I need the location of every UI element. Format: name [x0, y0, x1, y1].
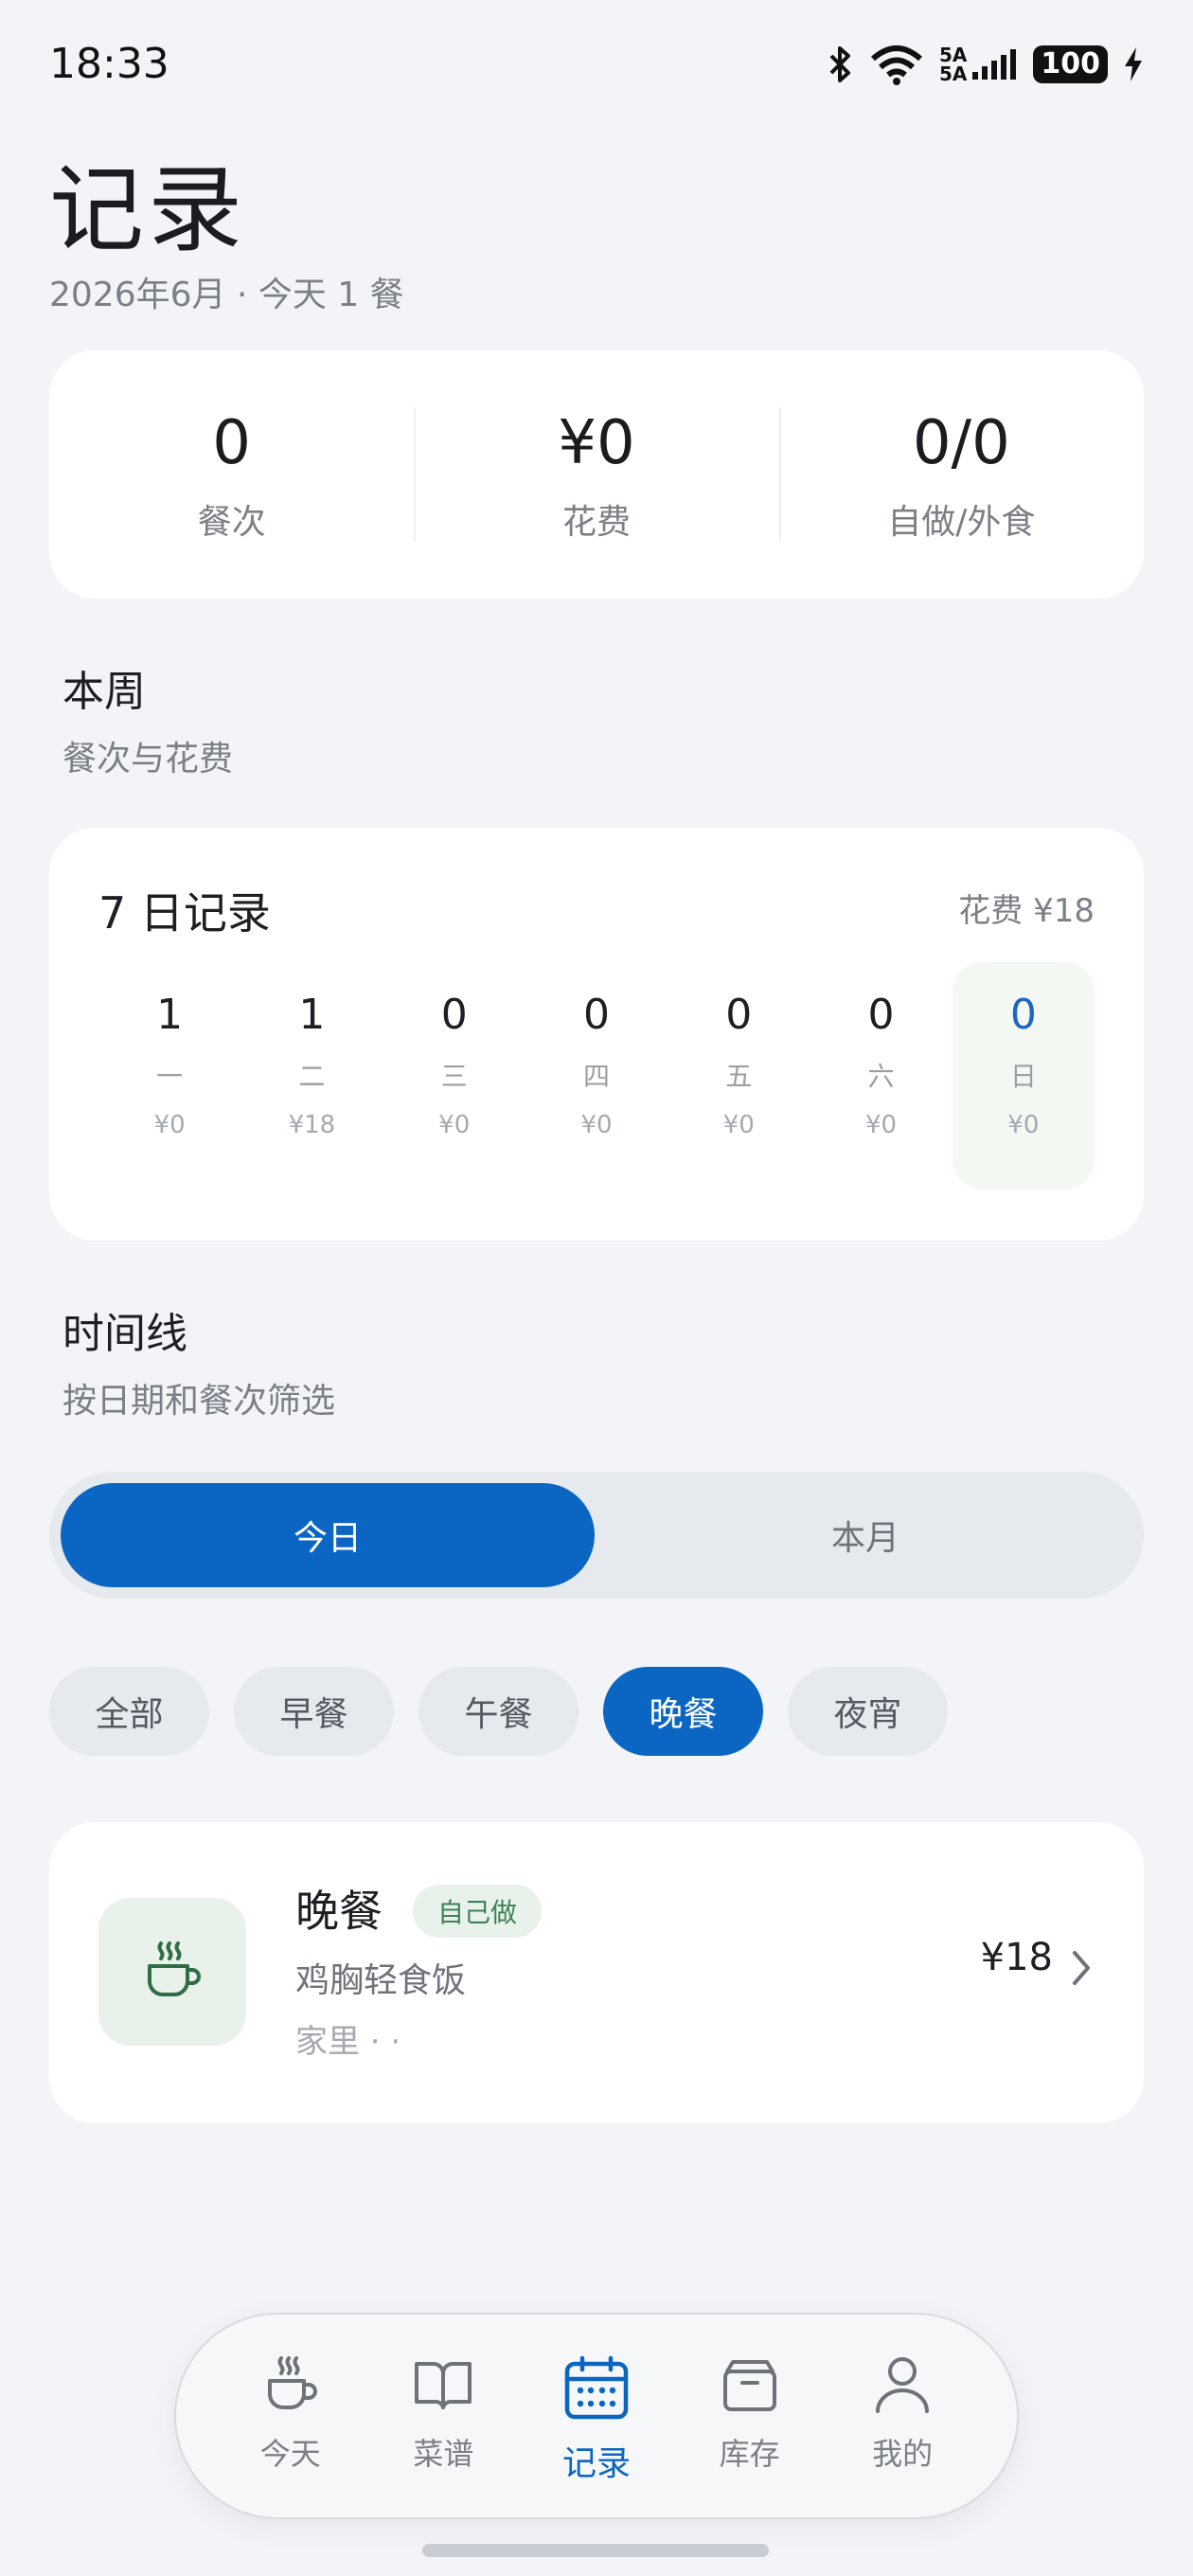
day-name: 三	[440, 1061, 468, 1092]
day-thu[interactable]: 0 四 ¥0	[525, 962, 668, 1190]
meal-price: ¥18	[980, 1936, 1053, 1979]
range-segmented-control: 今日 本月	[49, 1472, 1144, 1599]
day-name: 日	[1009, 1061, 1037, 1092]
day-name: 五	[725, 1061, 753, 1092]
meal-type-filter: 全部 早餐 午餐 晚餐 夜宵	[49, 1667, 948, 1756]
day-sun[interactable]: 0 日 ¥0	[952, 962, 1095, 1190]
nav-today[interactable]: 今天	[220, 2315, 362, 2517]
chip-late-snack[interactable]: 夜宵	[788, 1667, 948, 1756]
nav-label: 库存	[719, 2436, 780, 2472]
day-count: 0	[867, 991, 895, 1039]
day-count: 1	[298, 991, 326, 1039]
nav-label: 今天	[259, 2436, 321, 2472]
summary-value: ¥0	[558, 408, 635, 478]
day-sat[interactable]: 0 六 ¥0	[810, 962, 952, 1190]
nav-label: 菜谱	[413, 2436, 474, 2472]
summary-card: 0 餐次 ¥0 花费 0/0 自做/外食	[49, 350, 1144, 599]
nav-inventory[interactable]: 库存	[679, 2315, 821, 2517]
summary-home-vs-out: 0/0 自做/外食	[778, 350, 1144, 599]
status-time: 18:33	[49, 40, 169, 88]
calendar-icon	[563, 2315, 630, 2424]
nav-recipes[interactable]: 菜谱	[372, 2315, 514, 2517]
book-icon	[413, 2315, 473, 2419]
summary-value: 0/0	[912, 408, 1010, 478]
summary-label: 自做/外食	[887, 503, 1036, 542]
chip-all[interactable]: 全部	[49, 1667, 209, 1756]
day-name: 一	[156, 1061, 184, 1092]
day-list: 1 一 ¥0 1 二 ¥18 0 三 ¥0 0 四 ¥0 0 五 ¥0 0 六 …	[98, 962, 1095, 1190]
meal-dish: 鸡胸轻食饭	[295, 1961, 467, 2000]
nav-label: 记录	[561, 2444, 631, 2483]
chevron-right-icon	[1070, 1949, 1093, 1991]
day-cost: ¥0	[438, 1111, 471, 1139]
nav-label: 我的	[872, 2436, 934, 2472]
day-name: 六	[867, 1061, 895, 1092]
cup-icon	[138, 1936, 206, 2008]
week-spend: 花费 ¥18	[958, 892, 1095, 930]
summary-meals: 0 餐次	[49, 350, 414, 599]
summary-spend: ¥0 花费	[414, 350, 778, 599]
timeline-section-subtitle: 按日期和餐次筛选	[62, 1382, 336, 1421]
day-count: 0	[725, 991, 753, 1039]
day-wed[interactable]: 0 三 ¥0	[383, 962, 525, 1190]
week-card-title: 7 日记录	[98, 887, 271, 939]
nav-records[interactable]: 记录	[525, 2315, 668, 2517]
meal-place: 家里 · ·	[295, 2023, 401, 2061]
signal-icon: 5A 5A	[939, 45, 1018, 83]
meal-record-card[interactable]: 晚餐 自己做 鸡胸轻食饭 家里 · · ¥18	[49, 1822, 1144, 2123]
day-cost: ¥0	[722, 1111, 755, 1139]
bottom-nav: 今天 菜谱 记录 库存 我的	[174, 2313, 1019, 2519]
week-section-subtitle: 餐次与花费	[62, 740, 234, 778]
chip-lunch[interactable]: 午餐	[418, 1667, 579, 1756]
wifi-icon	[869, 44, 924, 85]
bluetooth-icon	[826, 45, 854, 84]
summary-value: 0	[212, 408, 252, 478]
day-cost: ¥0	[153, 1111, 186, 1139]
day-name: 二	[298, 1061, 326, 1092]
status-bar: 18:33 5A 5A 100	[0, 0, 1193, 133]
meal-source-tag: 自己做	[413, 1885, 543, 1938]
person-icon	[872, 2315, 933, 2419]
day-count: 1	[156, 991, 184, 1039]
cup-icon	[260, 2315, 321, 2419]
day-count: 0	[440, 991, 468, 1039]
week-section-title: 本周	[62, 668, 146, 716]
summary-label: 餐次	[197, 503, 266, 542]
meal-name: 晚餐	[295, 1886, 383, 1937]
meal-icon-box	[98, 1898, 246, 2046]
day-cost: ¥0	[865, 1111, 898, 1139]
status-icons: 5A 5A 100	[826, 44, 1144, 85]
chip-dinner[interactable]: 晚餐	[603, 1667, 763, 1756]
timeline-section-title: 时间线	[62, 1310, 187, 1358]
segment-month[interactable]: 本月	[598, 1483, 1132, 1587]
network-label-2: 5A	[938, 63, 968, 85]
day-mon[interactable]: 1 一 ¥0	[98, 962, 240, 1190]
nav-profile[interactable]: 我的	[831, 2315, 973, 2517]
page-title: 记录	[49, 154, 246, 265]
day-count: 0	[582, 991, 610, 1039]
home-indicator[interactable]	[422, 2544, 769, 2557]
day-cost: ¥0	[580, 1111, 613, 1139]
battery-indicator: 100	[1033, 45, 1108, 83]
day-name: 四	[582, 1061, 610, 1092]
box-icon	[720, 2315, 780, 2419]
summary-label: 花费	[561, 503, 631, 542]
week-card: 7 日记录 花费 ¥18 1 一 ¥0 1 二 ¥18 0 三 ¥0 0 四 ¥…	[49, 828, 1144, 1241]
day-cost: ¥0	[1007, 1111, 1040, 1139]
day-fri[interactable]: 0 五 ¥0	[668, 962, 810, 1190]
day-count: 0	[1009, 991, 1037, 1039]
day-tue[interactable]: 1 二 ¥18	[240, 962, 383, 1190]
day-cost: ¥18	[288, 1111, 336, 1139]
page-subtitle: 2026年6月 · 今天 1 餐	[49, 276, 404, 314]
charging-icon	[1123, 45, 1144, 83]
chip-breakfast[interactable]: 早餐	[234, 1667, 394, 1756]
network-label: 5A	[938, 44, 968, 66]
segment-today[interactable]: 今日	[61, 1483, 595, 1587]
